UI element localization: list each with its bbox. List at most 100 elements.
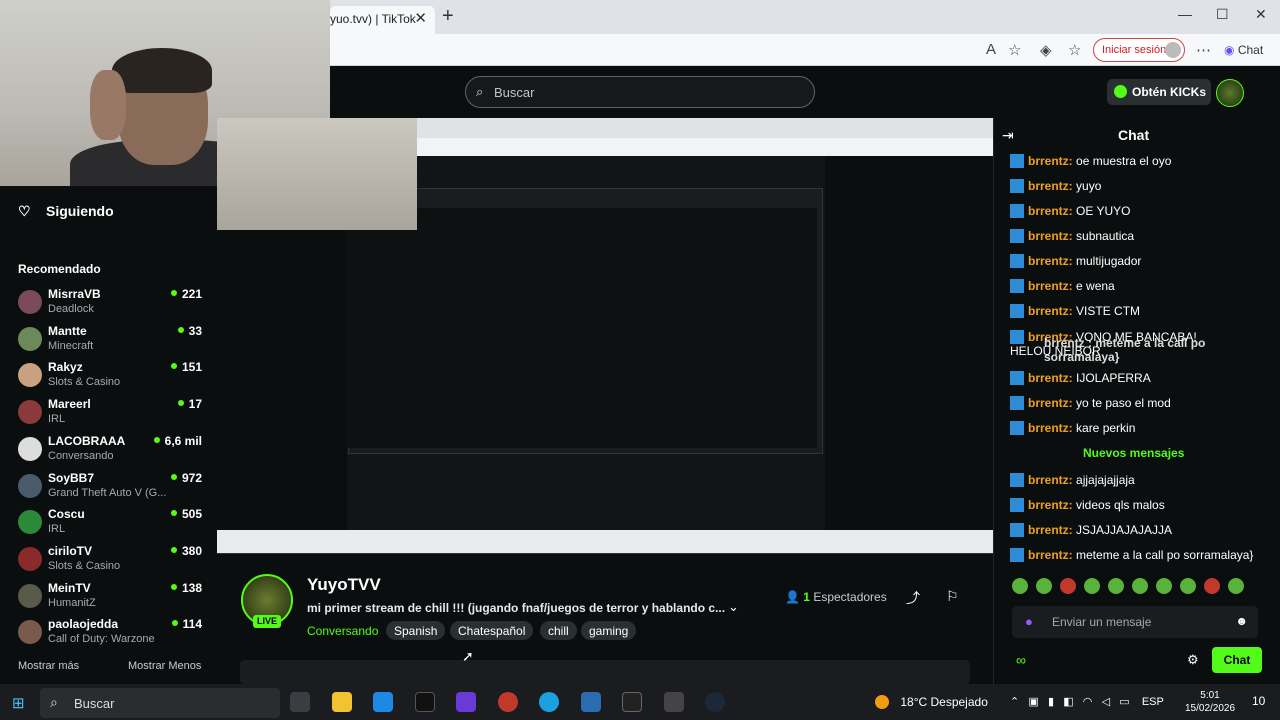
favorites-icon[interactable]: ☆ [1068, 41, 1081, 59]
sidebar-channel[interactable]: paolaojedda Call of Duty: Warzone 114 [18, 617, 208, 653]
sidebar-channel[interactable]: Rakyz Slots & Casino 151 [18, 360, 208, 396]
follow-icon[interactable]: ⚐ [946, 588, 959, 605]
tag-gaming[interactable]: gaming [581, 621, 637, 640]
microphone-icon[interactable]: ▮ [1048, 696, 1054, 708]
sidebar-channel[interactable]: ciriloTV Slots & Casino 380 [18, 544, 208, 580]
show-more-button[interactable]: Mostrar más [18, 660, 79, 672]
emote-icon[interactable] [1132, 578, 1148, 594]
volume-icon[interactable]: ◁ [1102, 696, 1110, 708]
show-less-button[interactable]: Mostrar Menos [128, 660, 201, 672]
sidebar-channel[interactable]: Coscu IRL 505 [18, 507, 208, 543]
store-icon[interactable] [373, 692, 393, 712]
chat-username[interactable]: brrentz [1028, 548, 1069, 562]
language-indicator[interactable]: ESP [1142, 696, 1164, 708]
maximize-icon[interactable]: ☐ [1216, 6, 1229, 23]
gear-icon[interactable]: ⚙ [1187, 652, 1199, 668]
channel-name[interactable]: YuyoTVV [307, 575, 381, 595]
tag-spanish[interactable]: Spanish [386, 621, 446, 640]
channel-category: Deadlock [48, 303, 94, 315]
chat-username[interactable]: brrentz [1028, 204, 1069, 218]
sidebar-channel[interactable]: MeinTV HumanitZ 138 [18, 581, 208, 617]
wifi-icon[interactable]: ◠ [1083, 696, 1093, 708]
browser-tab[interactable]: yuo.tvv) | TikTok ✕ [330, 6, 435, 34]
emote-icon[interactable] [1156, 578, 1172, 594]
emote-icon[interactable] [1204, 578, 1220, 594]
infinity-icon[interactable]: ∞ [1016, 652, 1026, 668]
chevron-down-icon[interactable]: ⌄ [728, 599, 739, 615]
collapse-chat-icon[interactable]: ⇥ [1002, 127, 1014, 144]
weather-widget[interactable]: 18°C Despejado [875, 695, 988, 709]
chat-username[interactable]: brrentz [1028, 396, 1069, 410]
chat-username[interactable]: brrentz [1028, 523, 1069, 537]
emote-icon[interactable] [1036, 578, 1052, 594]
chat-username[interactable]: brrentz [1028, 154, 1069, 168]
viewer-count: 1 [803, 590, 810, 604]
app-icon[interactable] [498, 692, 518, 712]
sidebar-channel[interactable]: Mareerl IRL 17 [18, 397, 208, 433]
share-icon[interactable]: ⤴ [906, 588, 920, 608]
edge-icon[interactable] [539, 692, 559, 712]
clock[interactable]: 5:01 15/02/2026 [1185, 689, 1235, 715]
tray-icon[interactable]: ▣ [1028, 696, 1038, 708]
notification-badge[interactable]: 10 [1252, 694, 1265, 708]
chat-username[interactable]: brrentz [1028, 279, 1069, 293]
microphone-icon[interactable]: ● [1025, 614, 1033, 629]
chat-username[interactable]: brrentz [1028, 421, 1069, 435]
chat-username[interactable]: brrentz [1028, 473, 1069, 487]
app-icon[interactable] [664, 692, 684, 712]
chat-username[interactable]: brrentz [1028, 254, 1069, 268]
tag-chatespanol[interactable]: Chatespañol [450, 621, 534, 640]
sidebar-channel[interactable]: SoyBB7 Grand Theft Auto V (G... 972 [18, 471, 208, 507]
chevron-up-icon[interactable]: ⌃ [1010, 696, 1019, 708]
tiktok-icon[interactable] [415, 692, 435, 712]
emote-icon[interactable] [1180, 578, 1196, 594]
emote-icon[interactable] [1012, 578, 1028, 594]
following-link[interactable]: Siguiendo [46, 203, 114, 219]
more-icon[interactable]: ⋯ [1196, 41, 1211, 59]
close-window-icon[interactable]: ✕ [1255, 6, 1267, 23]
epic-games-icon[interactable] [622, 692, 642, 712]
badge-icon [1010, 523, 1024, 537]
search-input[interactable]: ⌕ Buscar [465, 76, 815, 108]
copilot-icon: ◉ [1224, 43, 1235, 57]
chat-username[interactable]: brrentz [1028, 179, 1069, 193]
close-tab-icon[interactable]: ✕ [414, 9, 427, 27]
new-tab-icon[interactable]: + [442, 5, 454, 28]
copilot-button[interactable]: ◉ Chat [1224, 43, 1263, 57]
app-icon[interactable] [581, 692, 601, 712]
battery-icon[interactable]: ▭ [1119, 696, 1129, 708]
send-chat-button[interactable]: Chat [1212, 647, 1262, 673]
sidebar-channel[interactable]: Mantte Minecraft 33 [18, 324, 208, 360]
sidebar-channel[interactable]: LACOBRAAA Conversando 6,6 mil [18, 434, 208, 470]
video-player[interactable] [217, 118, 993, 554]
get-kicks-button[interactable]: Obtén KICKs [1107, 79, 1211, 105]
chat-username[interactable]: brrentz [1028, 229, 1069, 243]
emote-icon[interactable] [1108, 578, 1124, 594]
tray-icon[interactable]: ◧ [1063, 696, 1073, 708]
read-aloud-icon[interactable]: A [986, 41, 996, 58]
steam-icon[interactable] [705, 692, 725, 712]
chat-username[interactable]: brrentz [1028, 304, 1069, 318]
windows-start-icon[interactable]: ⊞ [12, 694, 25, 712]
signin-button[interactable]: Iniciar sesión [1093, 38, 1185, 62]
sidebar-channel[interactable]: MisrraVB Deadlock 221 [18, 287, 208, 323]
emote-icon[interactable] [1060, 578, 1076, 594]
minimize-icon[interactable]: — [1178, 6, 1192, 22]
favorite-icon[interactable]: ☆ [1008, 41, 1021, 59]
file-explorer-icon[interactable] [332, 692, 352, 712]
emote-icon[interactable] [1228, 578, 1244, 594]
chat-username[interactable]: brrentz [1028, 498, 1069, 512]
taskbar-search[interactable]: ⌕ Buscar [40, 688, 280, 718]
extension-icon[interactable]: ◈ [1040, 41, 1052, 59]
viewers-label: Espectadores [813, 590, 887, 604]
chat-input[interactable]: ● Enviar un mensaje ☻ [1012, 606, 1258, 638]
stream-category[interactable]: Conversando [307, 624, 378, 638]
profile-avatar[interactable] [1216, 79, 1244, 107]
tag-chill[interactable]: chill [540, 621, 577, 640]
emoji-icon[interactable]: ☻ [1235, 614, 1248, 628]
emote-icon[interactable] [1084, 578, 1100, 594]
chat-username[interactable]: brrentz [1028, 371, 1069, 385]
app-icon[interactable] [456, 692, 476, 712]
system-tray[interactable]: ⌃ ▣ ▮ ◧ ◠ ◁ ▭ ESP [1010, 695, 1164, 708]
task-view-icon[interactable] [290, 692, 310, 712]
